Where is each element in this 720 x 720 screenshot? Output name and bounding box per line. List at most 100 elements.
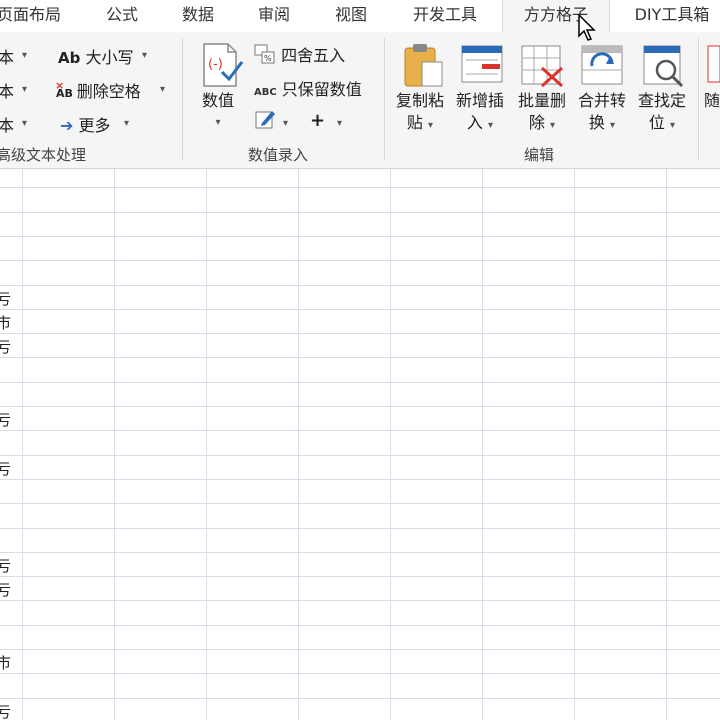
cell-text[interactable]: 亏 <box>0 288 11 309</box>
column-gridline <box>298 169 299 720</box>
find-locate-icon <box>642 44 686 92</box>
random-button[interactable]: 随 <box>704 90 720 112</box>
group-separator <box>182 38 183 160</box>
keep-value-button[interactable]: ABC 只保留数值 <box>254 76 362 100</box>
case-button[interactable]: Ab 大小写 <box>58 44 133 68</box>
cell-text[interactable]: 亏 <box>0 336 11 357</box>
column-gridline <box>666 169 667 720</box>
column-gridline <box>574 169 575 720</box>
spreadsheet-grid[interactable]: 亏市亏亏亏亏亏市亏 <box>0 169 720 720</box>
column-gridline <box>482 169 483 720</box>
merge-convert-button[interactable]: 合并转 换 ▾ <box>574 90 630 137</box>
row-gridline <box>0 698 720 699</box>
group-separator <box>384 38 385 160</box>
remove-space-label: 删除空格 <box>76 82 141 101</box>
tab-page-layout[interactable]: 页面布局 <box>0 0 66 31</box>
batch-delete-label-2: 除 ▾ <box>528 113 556 132</box>
copy-paste-label-2: 贴 ▾ <box>406 113 434 132</box>
abc-icon: ABC <box>254 87 277 98</box>
column-gridline <box>390 169 391 720</box>
chevron-down-icon[interactable]: ▾ <box>142 50 147 61</box>
find-locate-button[interactable]: 查找定 位 ▾ <box>634 90 690 137</box>
row-gridline <box>0 430 720 431</box>
tab-view[interactable]: 视图 <box>321 0 381 31</box>
copy-paste-button[interactable]: 复制粘 贴 ▾ <box>392 90 448 137</box>
column-gridline <box>206 169 207 720</box>
value-label: 数值 <box>201 91 234 110</box>
tab-review[interactable]: 审阅 <box>244 0 304 31</box>
merge-convert-label-2: 换 ▾ <box>588 113 616 132</box>
group-label-edit: 编辑 <box>524 146 555 164</box>
clipboard-icon <box>402 42 446 92</box>
batch-delete-icon <box>520 44 564 92</box>
merge-convert-label-1: 合并转 <box>577 91 626 110</box>
column-gridline <box>114 169 115 720</box>
cell-text[interactable]: 亏 <box>0 701 11 720</box>
row-gridline <box>0 576 720 577</box>
row-gridline <box>0 357 720 358</box>
random-icon <box>706 44 720 88</box>
round-label: 四舍五入 <box>281 46 346 65</box>
value-button[interactable]: 数值 ▾ <box>190 90 246 134</box>
round-icon: % <box>254 44 275 64</box>
ribbon-tab-bar: 页面布局 公式 数据 审阅 视图 开发工具 方方格子 DIY工具箱 <box>0 0 720 33</box>
row-gridline <box>0 552 720 553</box>
plus-button[interactable]: + <box>310 110 325 131</box>
ribbon-panel: 本 ▾ 本 ▾ 本 ▾ Ab 大小写 ▾ × AB 删除空格 ▾ ➔ 更多 ▾ … <box>0 32 720 169</box>
cell-text[interactable]: 亏 <box>0 555 11 576</box>
copy-paste-label-1: 复制粘 <box>395 91 444 110</box>
insert-button[interactable]: 新增插 入 ▾ <box>452 90 508 137</box>
chevron-down-icon: ▾ <box>670 120 676 131</box>
cell-text[interactable]: 亏 <box>0 458 11 479</box>
more-label: 更多 <box>78 116 111 135</box>
chevron-down-icon: ▾ <box>428 120 434 131</box>
insert-icon <box>460 44 504 90</box>
cell-text[interactable]: 亏 <box>0 409 11 430</box>
cell-text[interactable]: 市 <box>0 652 11 673</box>
cell-text[interactable]: 亏 <box>0 579 11 600</box>
tab-diy-toolbox[interactable]: DIY工具箱 <box>622 0 720 31</box>
tab-formulas[interactable]: 公式 <box>92 0 152 31</box>
cell-text[interactable]: 市 <box>0 312 11 333</box>
chevron-down-icon[interactable]: ▾ <box>124 118 129 129</box>
remove-space-icon: × AB <box>55 79 73 100</box>
row-gridline <box>0 479 720 480</box>
row-gridline <box>0 382 720 383</box>
case-icon: Ab <box>58 49 81 67</box>
case-label: 大小写 <box>85 48 134 67</box>
tab-developer[interactable]: 开发工具 <box>398 0 492 31</box>
find-locate-label-2: 位 ▾ <box>648 113 676 132</box>
round-button[interactable]: % 四舍五入 <box>254 42 345 66</box>
row-gridline <box>0 260 720 261</box>
more-button[interactable]: ➔ 更多 <box>60 112 111 136</box>
row-gridline <box>0 503 720 504</box>
insert-label-1: 新增插 <box>455 91 504 110</box>
text-item-1[interactable]: 本 <box>0 44 14 68</box>
chevron-down-icon[interactable]: ▾ <box>160 84 165 95</box>
chevron-down-icon[interactable]: ▾ <box>22 118 27 129</box>
chevron-down-icon[interactable]: ▾ <box>22 84 27 95</box>
text-item-2[interactable]: 本 <box>0 78 14 102</box>
random-label: 随 <box>704 91 720 110</box>
chevron-down-icon[interactable]: ▾ <box>337 118 342 129</box>
row-gridline <box>0 212 720 213</box>
chevron-down-icon: ▾ <box>610 120 616 131</box>
group-separator <box>698 38 699 160</box>
chevron-down-icon[interactable]: ▾ <box>283 118 288 129</box>
text-item-3[interactable]: 本 <box>0 112 14 136</box>
row-gridline <box>0 333 720 334</box>
chevron-down-icon[interactable]: ▾ <box>22 50 27 61</box>
row-gridline <box>0 625 720 626</box>
row-gridline <box>0 309 720 310</box>
value-icon: (-) <box>200 42 244 92</box>
group-label-number: 数值录入 <box>248 146 309 164</box>
batch-delete-label-1: 批量删 <box>517 91 566 110</box>
tab-data[interactable]: 数据 <box>168 0 228 31</box>
mouse-cursor-icon <box>578 13 596 46</box>
chevron-down-icon: ▾ <box>215 117 221 128</box>
remove-space-button[interactable]: × AB 删除空格 <box>55 78 141 102</box>
edit-entry-button[interactable] <box>254 108 276 130</box>
row-gridline <box>0 406 720 407</box>
batch-delete-button[interactable]: 批量删 除 ▾ <box>514 90 570 137</box>
row-gridline <box>0 528 720 529</box>
